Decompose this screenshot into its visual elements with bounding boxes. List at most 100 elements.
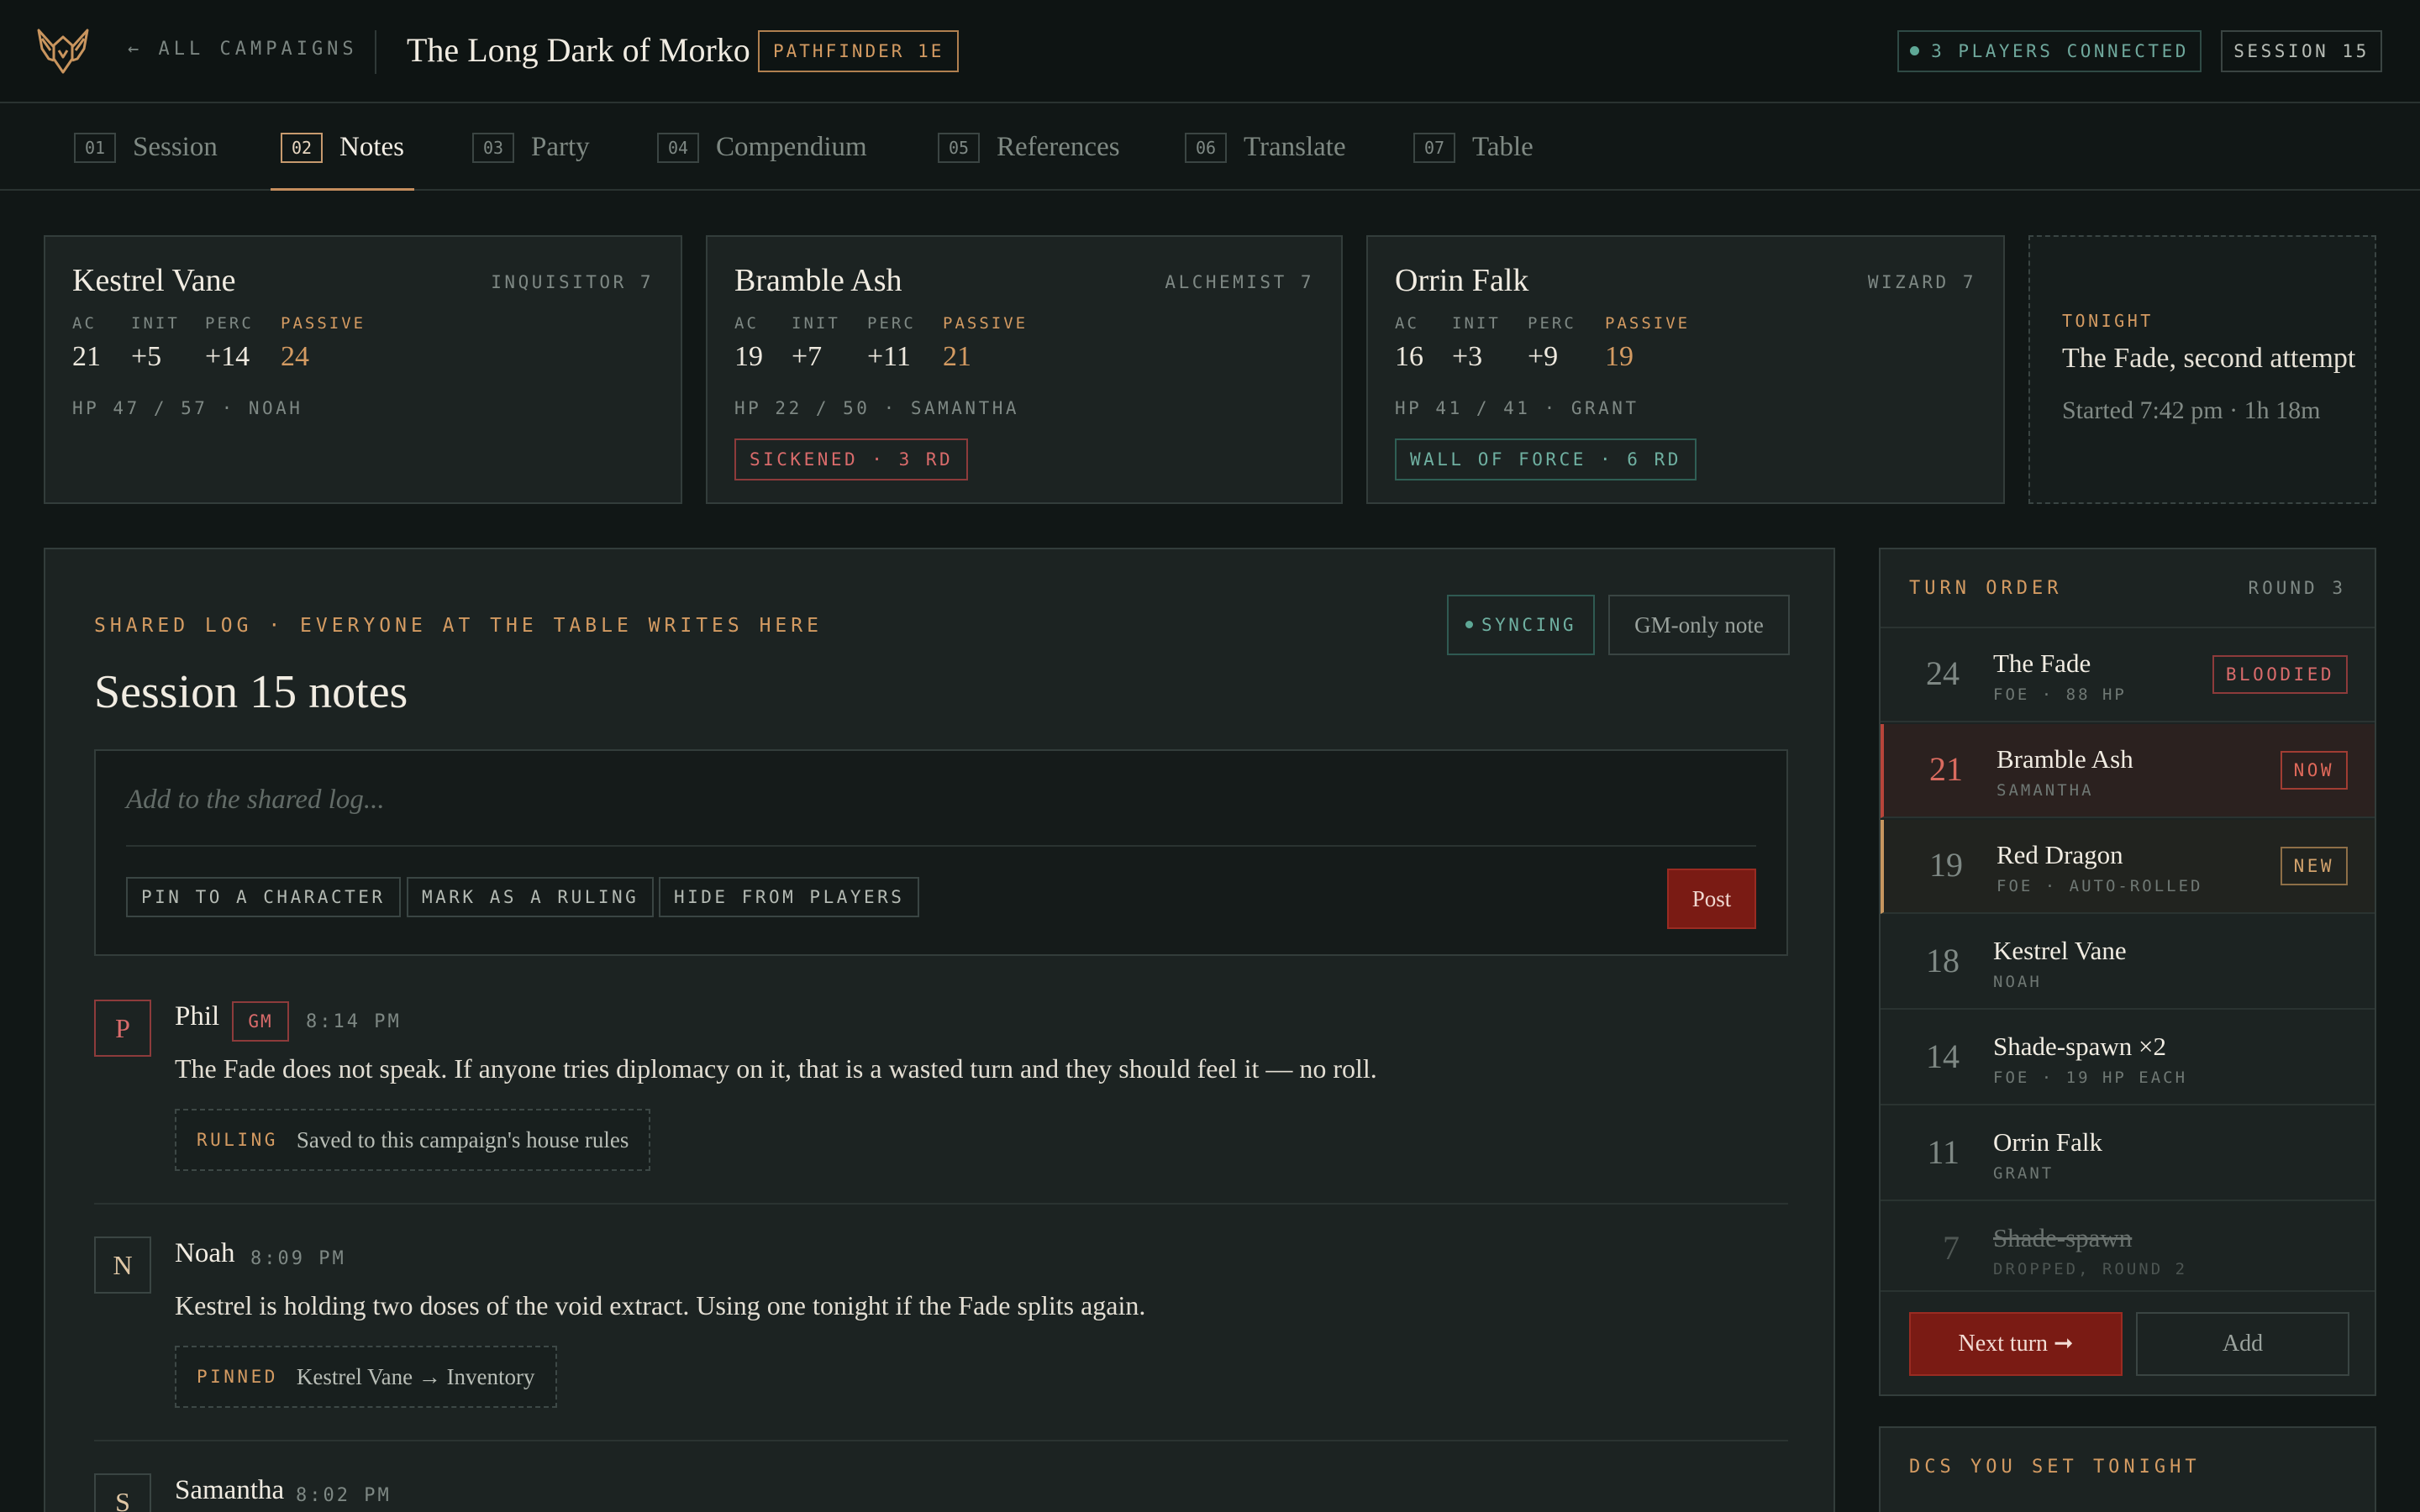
tonight-title: The Fade, second attempt (2062, 343, 2356, 374)
entry-text: The Fade does not speak. If anyone tries… (175, 1053, 1377, 1084)
sync-dot-icon (1465, 620, 1473, 628)
stat-label: PASSIVE (281, 314, 366, 333)
stat-value: 21 (943, 341, 971, 372)
turn-row[interactable]: 18 Kestrel Vane NOAH (1881, 916, 2375, 1010)
tab-notes[interactable]: 02 Notes (271, 104, 414, 191)
mark-as-ruling-chip[interactable]: MARK AS A RULING (407, 877, 655, 917)
tab-compendium[interactable]: 04 Compendium (657, 104, 867, 191)
character-hp: HP 41 / 41 · GRANT (1395, 398, 1639, 418)
stat-init: INIT +5 (131, 314, 180, 373)
tag-key: RULING (197, 1130, 278, 1150)
pinned-tag[interactable]: PINNED Kestrel Vane → Inventory (175, 1346, 557, 1408)
stat-init: INIT +7 (792, 314, 840, 373)
tab-table[interactable]: 07 Table (1413, 104, 1534, 191)
pin-to-character-chip[interactable]: PIN TO A CHARACTER (126, 877, 401, 917)
turn-row[interactable]: 14 Shade-spawn ×2 FOE · 19 HP EACH (1881, 1011, 2375, 1105)
tab-number: 03 (472, 132, 514, 163)
stat-ac: AC 19 (734, 314, 763, 373)
initiative-value: 14 (1926, 1037, 1960, 1075)
turn-row[interactable]: 11 Orrin Falk GRANT (1881, 1107, 2375, 1201)
tab-label: Party (531, 132, 590, 162)
tonight-started: Started 7:42 pm · 1h 18m (2062, 396, 2321, 424)
hide-from-players-chip[interactable]: HIDE FROM PLAYERS (659, 877, 920, 917)
ruling-tag[interactable]: RULING Saved to this campaign's house rul… (175, 1109, 651, 1171)
tag-value: Saved to this campaign's house rules (296, 1126, 629, 1152)
round-indicator: ROUND 3 (2248, 578, 2346, 598)
turn-row-dropped[interactable]: 7 Shade-spawn DROPPED, ROUND 2 (1881, 1203, 2375, 1297)
tab-references[interactable]: 05 References (938, 104, 1120, 191)
tonight-label: TONIGHT (2062, 311, 2154, 331)
turn-order-footer-divider (1881, 1290, 2375, 1292)
avatar: P (94, 1000, 151, 1057)
turn-row[interactable]: 24 The Fade FOE · 88 HP BLOODIED (1881, 628, 2375, 722)
stat-label: INIT (1452, 314, 1501, 333)
winged-helm-icon[interactable] (34, 25, 92, 77)
dcs-title: DCS YOU SET TONIGHT (1909, 1457, 2201, 1478)
initiative-value: 24 (1926, 654, 1960, 692)
log-entry: N Noah 8:09 PM Kestrel is holding two do… (94, 1236, 1788, 1408)
stat-value: +7 (792, 341, 823, 372)
stat-ac: AC 16 (1395, 314, 1423, 373)
header-divider (375, 30, 376, 74)
stat-value: 16 (1395, 341, 1423, 372)
condition-badge[interactable]: WALL OF FORCE · 6 RD (1395, 438, 1697, 480)
avatar: N (94, 1236, 151, 1294)
tab-number: 06 (1185, 132, 1227, 163)
tab-label: References (997, 132, 1120, 162)
log-title: Session 15 notes (94, 666, 408, 718)
stat-value: +9 (1528, 341, 1559, 372)
tag-key: PINNED (197, 1367, 278, 1387)
tab-translate[interactable]: 06 Translate (1185, 104, 1346, 191)
tab-label: Session (133, 132, 218, 162)
tab-session[interactable]: 01 Session (74, 104, 218, 191)
tab-label: Translate (1244, 132, 1346, 162)
gm-only-note-button[interactable]: GM-only note (1608, 595, 1790, 655)
turn-row-new[interactable]: 19 Red Dragon FOE · AUTO-ROLLED NEW (1881, 820, 2375, 914)
composer-input[interactable]: Add to the shared log... (126, 785, 385, 816)
stat-value: 21 (72, 341, 101, 372)
stat-passive: PASSIVE 21 (943, 314, 1028, 373)
combatant-name: Kestrel Vane (1993, 936, 2127, 965)
log-entry: S Samantha 8:02 PM (94, 1473, 1788, 1512)
avatar: S (94, 1473, 151, 1512)
new-badge: NEW (2280, 847, 2348, 885)
add-combatant-button[interactable]: Add (2136, 1312, 2349, 1376)
campaign-title: The Long Dark of Morko (407, 31, 750, 69)
tab-number: 01 (74, 132, 116, 163)
character-hp: HP 47 / 57 · NOAH (72, 398, 303, 418)
stat-value: 24 (281, 341, 309, 372)
initiative-value: 11 (1927, 1133, 1960, 1171)
stat-value: +14 (205, 341, 250, 372)
stat-label: AC (72, 314, 97, 333)
character-card-kestrel[interactable]: Kestrel Vane INQUISITOR 7 AC 21 INIT +5 PE… (44, 235, 682, 504)
initiative-value: 19 (1929, 846, 1963, 884)
syncing-label: SYNCING (1481, 615, 1576, 635)
tab-bar: 01 Session 02 Notes 03 Party 04 Compendium 0… (0, 104, 2420, 191)
stat-perc: PERC +11 (867, 314, 916, 373)
character-card-bramble[interactable]: Bramble Ash ALCHEMIST 7 AC 19 INIT +7 PERC… (706, 235, 1343, 504)
tab-number: 04 (657, 132, 699, 163)
shared-log-panel: SHARED LOG · EVERYONE AT THE TABLE WRITE… (44, 548, 1835, 1512)
stat-value: 19 (734, 341, 763, 372)
top-bar: ← ALL CAMPAIGNS The Long Dark of Morko P… (0, 0, 2420, 103)
log-eyebrow: SHARED LOG · EVERYONE AT THE TABLE WRITE… (94, 615, 823, 637)
combatant-name: Shade-spawn ×2 (1993, 1032, 2167, 1061)
session-badge: SESSION 15 (2221, 30, 2382, 72)
post-button[interactable]: Post (1667, 869, 1756, 929)
next-turn-button[interactable]: Next turn ➞ (1909, 1312, 2123, 1376)
stat-ac: AC 21 (72, 314, 101, 373)
tab-party[interactable]: 03 Party (472, 104, 590, 191)
back-to-campaigns-link[interactable]: ← ALL CAMPAIGNS (128, 39, 358, 60)
system-badge: PATHFINDER 1E (758, 30, 960, 72)
condition-badge[interactable]: SICKENED · 3 RD (734, 438, 969, 480)
entry-author: Phil (175, 1001, 220, 1032)
character-card-orrin[interactable]: Orrin Falk WIZARD 7 AC 16 INIT +3 PERC +9 P… (1366, 235, 2005, 504)
turn-row-active[interactable]: 21 Bramble Ash SAMANTHA NOW (1881, 724, 2375, 818)
dcs-panel: DCS YOU SET TONIGHT (1879, 1426, 2376, 1512)
status-dot-icon (1910, 45, 1920, 55)
stat-label: INIT (792, 314, 840, 333)
entry-time: 8:09 PM (250, 1248, 346, 1269)
combatant-sub: NOAH (1993, 973, 2042, 991)
stat-label: PERC (867, 314, 916, 333)
stat-label: INIT (131, 314, 180, 333)
